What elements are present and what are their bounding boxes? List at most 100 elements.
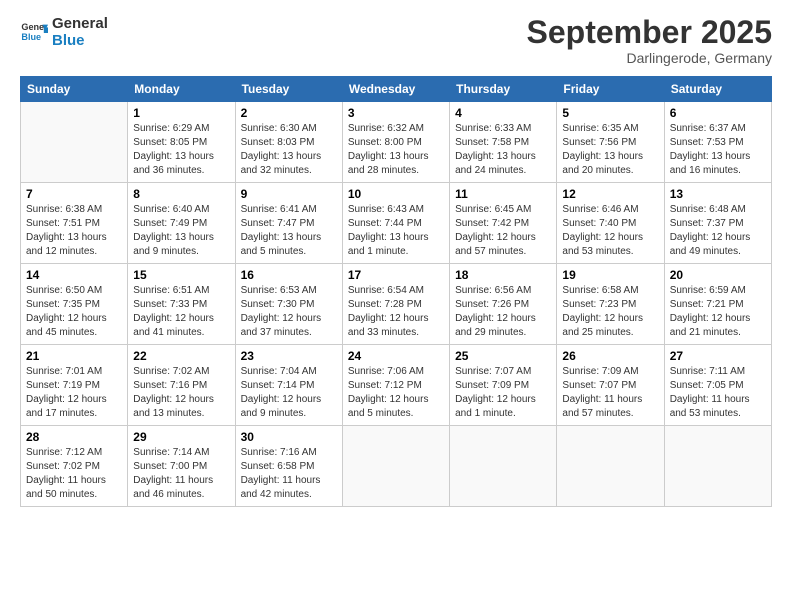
day-info: Sunrise: 6:51 AM Sunset: 7:33 PM Dayligh… bbox=[133, 284, 229, 340]
day-cell bbox=[450, 426, 557, 507]
day-cell: 3Sunrise: 6:32 AM Sunset: 8:00 PM Daylig… bbox=[342, 102, 449, 183]
day-cell bbox=[664, 426, 771, 507]
day-cell: 18 Sunrise: 6:56 AM Sunset: 7:26 PM Dayli… bbox=[450, 264, 557, 345]
header-sunday: Sunday bbox=[21, 77, 128, 102]
day-cell: 24 Sunrise: 7:06 AM Sunset: 7:12 PM Dayli… bbox=[342, 345, 449, 426]
day-info: Sunrise: 6:58 AM Sunset: 7:23 PM Dayligh… bbox=[562, 284, 658, 340]
week-row-1: 1 Sunrise: 6:29 AM Sunset: 8:05 PM Daylig… bbox=[21, 102, 772, 183]
day-number: 1 bbox=[133, 106, 229, 120]
svg-text:Blue: Blue bbox=[21, 32, 41, 42]
day-info: Sunrise: 7:04 AM Sunset: 7:14 PM Dayligh… bbox=[241, 365, 337, 421]
day-number: 24 bbox=[348, 349, 444, 363]
day-cell: 9Sunrise: 6:41 AM Sunset: 7:47 PM Daylig… bbox=[235, 183, 342, 264]
header-friday: Friday bbox=[557, 77, 664, 102]
day-info: Sunrise: 6:56 AM Sunset: 7:26 PM Dayligh… bbox=[455, 284, 551, 340]
logo-icon: General Blue bbox=[20, 19, 48, 47]
day-number: 11 bbox=[455, 187, 551, 201]
day-info: Sunrise: 7:01 AM Sunset: 7:19 PM Dayligh… bbox=[26, 365, 122, 421]
day-number: 29 bbox=[133, 430, 229, 444]
logo: General Blue General Blue bbox=[20, 16, 108, 49]
day-info: Sunrise: 6:45 AM Sunset: 7:42 PM Dayligh… bbox=[455, 203, 551, 259]
day-cell bbox=[557, 426, 664, 507]
day-info: Sunrise: 7:11 AM Sunset: 7:05 PM Dayligh… bbox=[670, 365, 766, 421]
day-info: Sunrise: 6:29 AM Sunset: 8:05 PM Dayligh… bbox=[133, 122, 229, 178]
day-info: Sunrise: 7:14 AM Sunset: 7:00 PM Dayligh… bbox=[133, 446, 229, 502]
day-number: 20 bbox=[670, 268, 766, 282]
day-cell: 12 Sunrise: 6:46 AM Sunset: 7:40 PM Dayli… bbox=[557, 183, 664, 264]
logo-general: General bbox=[52, 16, 108, 33]
day-number: 13 bbox=[670, 187, 766, 201]
day-number: 10 bbox=[348, 187, 444, 201]
day-number: 15 bbox=[133, 268, 229, 282]
day-number: 18 bbox=[455, 268, 551, 282]
day-cell: 28 Sunrise: 7:12 AM Sunset: 7:02 PM Dayli… bbox=[21, 426, 128, 507]
day-info: Sunrise: 7:16 AM Sunset: 6:58 PM Dayligh… bbox=[241, 446, 337, 502]
logo-blue: Blue bbox=[52, 33, 108, 50]
day-info: Sunrise: 7:09 AM Sunset: 7:07 PM Dayligh… bbox=[562, 365, 658, 421]
day-cell: 14 Sunrise: 6:50 AM Sunset: 7:35 PM Dayli… bbox=[21, 264, 128, 345]
day-number: 16 bbox=[241, 268, 337, 282]
day-number: 19 bbox=[562, 268, 658, 282]
day-info: Sunrise: 6:37 AM Sunset: 7:53 PM Dayligh… bbox=[670, 122, 766, 178]
day-info: Sunrise: 7:07 AM Sunset: 7:09 PM Dayligh… bbox=[455, 365, 551, 421]
day-cell bbox=[342, 426, 449, 507]
week-row-4: 21Sunrise: 7:01 AM Sunset: 7:19 PM Dayli… bbox=[21, 345, 772, 426]
day-number: 28 bbox=[26, 430, 122, 444]
day-info: Sunrise: 6:33 AM Sunset: 7:58 PM Dayligh… bbox=[455, 122, 551, 178]
day-info: Sunrise: 6:38 AM Sunset: 7:51 PM Dayligh… bbox=[26, 203, 122, 259]
day-number: 30 bbox=[241, 430, 337, 444]
day-cell: 17 Sunrise: 6:54 AM Sunset: 7:28 PM Dayli… bbox=[342, 264, 449, 345]
day-number: 14 bbox=[26, 268, 122, 282]
header-thursday: Thursday bbox=[450, 77, 557, 102]
week-row-2: 7 Sunrise: 6:38 AM Sunset: 7:51 PM Daylig… bbox=[21, 183, 772, 264]
day-info: Sunrise: 6:43 AM Sunset: 7:44 PM Dayligh… bbox=[348, 203, 444, 259]
day-info: Sunrise: 7:12 AM Sunset: 7:02 PM Dayligh… bbox=[26, 446, 122, 502]
day-cell: 19 Sunrise: 6:58 AM Sunset: 7:23 PM Dayli… bbox=[557, 264, 664, 345]
day-info: Sunrise: 6:50 AM Sunset: 7:35 PM Dayligh… bbox=[26, 284, 122, 340]
day-info: Sunrise: 6:54 AM Sunset: 7:28 PM Dayligh… bbox=[348, 284, 444, 340]
day-number: 26 bbox=[562, 349, 658, 363]
day-number: 6 bbox=[670, 106, 766, 120]
day-number: 2 bbox=[241, 106, 337, 120]
day-info: Sunrise: 6:35 AM Sunset: 7:56 PM Dayligh… bbox=[562, 122, 658, 178]
day-cell: 15 Sunrise: 6:51 AM Sunset: 7:33 PM Dayli… bbox=[128, 264, 235, 345]
day-number: 7 bbox=[26, 187, 122, 201]
day-info: Sunrise: 7:06 AM Sunset: 7:12 PM Dayligh… bbox=[348, 365, 444, 421]
day-info: Sunrise: 6:53 AM Sunset: 7:30 PM Dayligh… bbox=[241, 284, 337, 340]
header-tuesday: Tuesday bbox=[235, 77, 342, 102]
day-cell: 22Sunrise: 7:02 AM Sunset: 7:16 PM Dayli… bbox=[128, 345, 235, 426]
day-info: Sunrise: 6:48 AM Sunset: 7:37 PM Dayligh… bbox=[670, 203, 766, 259]
day-number: 25 bbox=[455, 349, 551, 363]
day-cell bbox=[21, 102, 128, 183]
day-number: 12 bbox=[562, 187, 658, 201]
day-number: 22 bbox=[133, 349, 229, 363]
day-number: 8 bbox=[133, 187, 229, 201]
month-title: September 2025 bbox=[527, 16, 772, 48]
day-cell: 10 Sunrise: 6:43 AM Sunset: 7:44 PM Dayli… bbox=[342, 183, 449, 264]
header-monday: Monday bbox=[128, 77, 235, 102]
day-info: Sunrise: 6:40 AM Sunset: 7:49 PM Dayligh… bbox=[133, 203, 229, 259]
day-info: Sunrise: 6:32 AM Sunset: 8:00 PM Dayligh… bbox=[348, 122, 444, 178]
week-row-3: 14 Sunrise: 6:50 AM Sunset: 7:35 PM Dayli… bbox=[21, 264, 772, 345]
day-cell: 8 Sunrise: 6:40 AM Sunset: 7:49 PM Daylig… bbox=[128, 183, 235, 264]
day-info: Sunrise: 6:41 AM Sunset: 7:47 PM Dayligh… bbox=[241, 203, 337, 259]
day-number: 4 bbox=[455, 106, 551, 120]
day-cell: 11 Sunrise: 6:45 AM Sunset: 7:42 PM Dayli… bbox=[450, 183, 557, 264]
day-info: Sunrise: 6:59 AM Sunset: 7:21 PM Dayligh… bbox=[670, 284, 766, 340]
day-cell: 21Sunrise: 7:01 AM Sunset: 7:19 PM Dayli… bbox=[21, 345, 128, 426]
day-number: 27 bbox=[670, 349, 766, 363]
day-cell: 16 Sunrise: 6:53 AM Sunset: 7:30 PM Dayli… bbox=[235, 264, 342, 345]
day-cell: 5 Sunrise: 6:35 AM Sunset: 7:56 PM Daylig… bbox=[557, 102, 664, 183]
day-number: 17 bbox=[348, 268, 444, 282]
day-info: Sunrise: 6:46 AM Sunset: 7:40 PM Dayligh… bbox=[562, 203, 658, 259]
day-cell: 26 Sunrise: 7:09 AM Sunset: 7:07 PM Dayli… bbox=[557, 345, 664, 426]
day-info: Sunrise: 6:30 AM Sunset: 8:03 PM Dayligh… bbox=[241, 122, 337, 178]
day-cell: 27 Sunrise: 7:11 AM Sunset: 7:05 PM Dayli… bbox=[664, 345, 771, 426]
day-cell: 13 Sunrise: 6:48 AM Sunset: 7:37 PM Dayli… bbox=[664, 183, 771, 264]
day-cell: 30 Sunrise: 7:16 AM Sunset: 6:58 PM Dayli… bbox=[235, 426, 342, 507]
day-number: 23 bbox=[241, 349, 337, 363]
day-number: 5 bbox=[562, 106, 658, 120]
header-wednesday: Wednesday bbox=[342, 77, 449, 102]
location: Darlingerode, Germany bbox=[527, 50, 772, 66]
day-cell: 4 Sunrise: 6:33 AM Sunset: 7:58 PM Daylig… bbox=[450, 102, 557, 183]
